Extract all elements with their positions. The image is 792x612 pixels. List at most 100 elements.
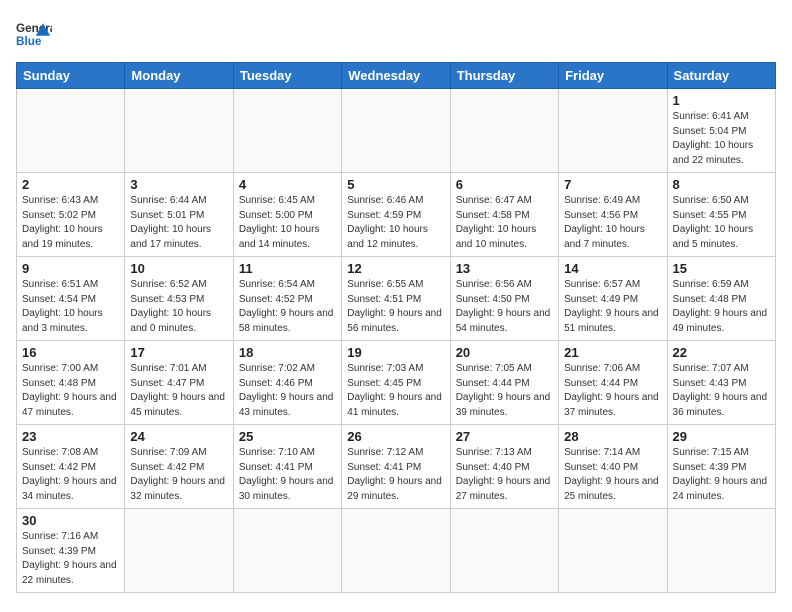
calendar-cell <box>559 509 667 593</box>
day-number: 15 <box>673 261 770 276</box>
calendar-cell: 3Sunrise: 6:44 AM Sunset: 5:01 PM Daylig… <box>125 173 233 257</box>
day-number: 21 <box>564 345 661 360</box>
day-info: Sunrise: 7:16 AM Sunset: 4:39 PM Dayligh… <box>22 530 119 588</box>
calendar-cell: 30 Sunrise: 7:16 AM Sunset: 4:39 PM Dayli… <box>17 509 125 593</box>
dow-header-friday: Friday <box>559 63 667 89</box>
day-number: 9 <box>22 261 119 276</box>
dow-header-saturday: Saturday <box>667 63 775 89</box>
day-number: 26 <box>347 429 444 444</box>
dow-header-tuesday: Tuesday <box>233 63 341 89</box>
day-number: 4 <box>239 177 336 192</box>
logo-icon: General Blue <box>16 16 52 52</box>
calendar-cell <box>233 89 341 173</box>
day-number: 20 <box>456 345 553 360</box>
dow-header-wednesday: Wednesday <box>342 63 450 89</box>
day-info: Sunrise: 7:06 AM Sunset: 4:44 PM Dayligh… <box>564 362 661 420</box>
calendar-cell: 5Sunrise: 6:46 AM Sunset: 4:59 PM Daylig… <box>342 173 450 257</box>
calendar-cell: 7 Sunrise: 6:49 AM Sunset: 4:56 PM Daylig… <box>559 173 667 257</box>
calendar-cell: 16 Sunrise: 7:00 AM Sunset: 4:48 PM Dayli… <box>17 341 125 425</box>
day-number: 17 <box>130 345 227 360</box>
day-number: 2 <box>22 177 119 192</box>
day-number: 27 <box>456 429 553 444</box>
day-info: Sunrise: 7:09 AM Sunset: 4:42 PM Dayligh… <box>130 446 227 504</box>
dow-header-monday: Monday <box>125 63 233 89</box>
day-info: Sunrise: 6:50 AM Sunset: 4:55 PM Dayligh… <box>673 194 770 252</box>
day-number: 28 <box>564 429 661 444</box>
calendar-cell: 12 Sunrise: 6:55 AM Sunset: 4:51 PM Dayli… <box>342 257 450 341</box>
logo: General Blue <box>16 16 52 52</box>
calendar-cell <box>450 89 558 173</box>
day-info: Sunrise: 7:05 AM Sunset: 4:44 PM Dayligh… <box>456 362 553 420</box>
calendar-cell: 18Sunrise: 7:02 AM Sunset: 4:46 PM Dayli… <box>233 341 341 425</box>
day-number: 18 <box>239 345 336 360</box>
day-number: 6 <box>456 177 553 192</box>
dow-header-sunday: Sunday <box>17 63 125 89</box>
day-info: Sunrise: 6:59 AM Sunset: 4:48 PM Dayligh… <box>673 278 770 336</box>
day-info: Sunrise: 7:13 AM Sunset: 4:40 PM Dayligh… <box>456 446 553 504</box>
day-number: 30 <box>22 513 119 528</box>
day-number: 1 <box>673 93 770 108</box>
day-info: Sunrise: 6:51 AM Sunset: 4:54 PM Dayligh… <box>22 278 119 336</box>
calendar-table: SundayMondayTuesdayWednesdayThursdayFrid… <box>16 62 776 593</box>
day-number: 7 <box>564 177 661 192</box>
calendar-cell: 22 Sunrise: 7:07 AM Sunset: 4:43 PM Dayli… <box>667 341 775 425</box>
day-number: 22 <box>673 345 770 360</box>
calendar-cell <box>125 89 233 173</box>
calendar-cell: 15 Sunrise: 6:59 AM Sunset: 4:48 PM Dayli… <box>667 257 775 341</box>
day-info: Sunrise: 6:54 AM Sunset: 4:52 PM Dayligh… <box>239 278 336 336</box>
calendar-cell: 11 Sunrise: 6:54 AM Sunset: 4:52 PM Dayli… <box>233 257 341 341</box>
calendar-cell <box>559 89 667 173</box>
calendar-cell: 26 Sunrise: 7:12 AM Sunset: 4:41 PM Dayli… <box>342 425 450 509</box>
calendar-cell: 28 Sunrise: 7:14 AM Sunset: 4:40 PM Dayli… <box>559 425 667 509</box>
day-number: 29 <box>673 429 770 444</box>
day-info: Sunrise: 6:43 AM Sunset: 5:02 PM Dayligh… <box>22 194 119 252</box>
day-number: 8 <box>673 177 770 192</box>
calendar-cell: 10 Sunrise: 6:52 AM Sunset: 4:53 PM Dayli… <box>125 257 233 341</box>
day-info: Sunrise: 7:01 AM Sunset: 4:47 PM Dayligh… <box>130 362 227 420</box>
day-number: 24 <box>130 429 227 444</box>
day-info: Sunrise: 7:12 AM Sunset: 4:41 PM Dayligh… <box>347 446 444 504</box>
day-number: 12 <box>347 261 444 276</box>
day-info: Sunrise: 6:56 AM Sunset: 4:50 PM Dayligh… <box>456 278 553 336</box>
day-number: 16 <box>22 345 119 360</box>
calendar-cell <box>17 89 125 173</box>
day-info: Sunrise: 6:49 AM Sunset: 4:56 PM Dayligh… <box>564 194 661 252</box>
svg-text:Blue: Blue <box>16 35 42 48</box>
day-info: Sunrise: 7:10 AM Sunset: 4:41 PM Dayligh… <box>239 446 336 504</box>
calendar-cell: 19Sunrise: 7:03 AM Sunset: 4:45 PM Dayli… <box>342 341 450 425</box>
day-number: 23 <box>22 429 119 444</box>
calendar-cell: 27 Sunrise: 7:13 AM Sunset: 4:40 PM Dayli… <box>450 425 558 509</box>
day-info: Sunrise: 7:14 AM Sunset: 4:40 PM Dayligh… <box>564 446 661 504</box>
calendar-cell <box>342 509 450 593</box>
calendar-cell: 25 Sunrise: 7:10 AM Sunset: 4:41 PM Dayli… <box>233 425 341 509</box>
day-info: Sunrise: 7:07 AM Sunset: 4:43 PM Dayligh… <box>673 362 770 420</box>
day-number: 5 <box>347 177 444 192</box>
calendar-header: General Blue <box>16 16 776 52</box>
dow-header-thursday: Thursday <box>450 63 558 89</box>
calendar-cell: 17 Sunrise: 7:01 AM Sunset: 4:47 PM Dayli… <box>125 341 233 425</box>
day-info: Sunrise: 6:45 AM Sunset: 5:00 PM Dayligh… <box>239 194 336 252</box>
day-number: 3 <box>130 177 227 192</box>
calendar-cell: 24 Sunrise: 7:09 AM Sunset: 4:42 PM Dayli… <box>125 425 233 509</box>
day-info: Sunrise: 7:08 AM Sunset: 4:42 PM Dayligh… <box>22 446 119 504</box>
calendar-cell <box>667 509 775 593</box>
day-info: Sunrise: 7:15 AM Sunset: 4:39 PM Dayligh… <box>673 446 770 504</box>
calendar-cell: 2 Sunrise: 6:43 AM Sunset: 5:02 PM Daylig… <box>17 173 125 257</box>
day-number: 25 <box>239 429 336 444</box>
day-number: 14 <box>564 261 661 276</box>
day-info: Sunrise: 6:41 AM Sunset: 5:04 PM Dayligh… <box>673 110 770 168</box>
calendar-cell: 13Sunrise: 6:56 AM Sunset: 4:50 PM Dayli… <box>450 257 558 341</box>
day-info: Sunrise: 6:55 AM Sunset: 4:51 PM Dayligh… <box>347 278 444 336</box>
day-info: Sunrise: 6:52 AM Sunset: 4:53 PM Dayligh… <box>130 278 227 336</box>
day-number: 11 <box>239 261 336 276</box>
day-info: Sunrise: 7:00 AM Sunset: 4:48 PM Dayligh… <box>22 362 119 420</box>
calendar-cell: 4 Sunrise: 6:45 AM Sunset: 5:00 PM Daylig… <box>233 173 341 257</box>
calendar-cell: 1 Sunrise: 6:41 AM Sunset: 5:04 PM Daylig… <box>667 89 775 173</box>
calendar-cell: 9 Sunrise: 6:51 AM Sunset: 4:54 PM Daylig… <box>17 257 125 341</box>
day-number: 19 <box>347 345 444 360</box>
calendar-cell <box>233 509 341 593</box>
calendar-cell: 29 Sunrise: 7:15 AM Sunset: 4:39 PM Dayli… <box>667 425 775 509</box>
day-number: 10 <box>130 261 227 276</box>
calendar-cell: 23 Sunrise: 7:08 AM Sunset: 4:42 PM Dayli… <box>17 425 125 509</box>
calendar-cell <box>125 509 233 593</box>
